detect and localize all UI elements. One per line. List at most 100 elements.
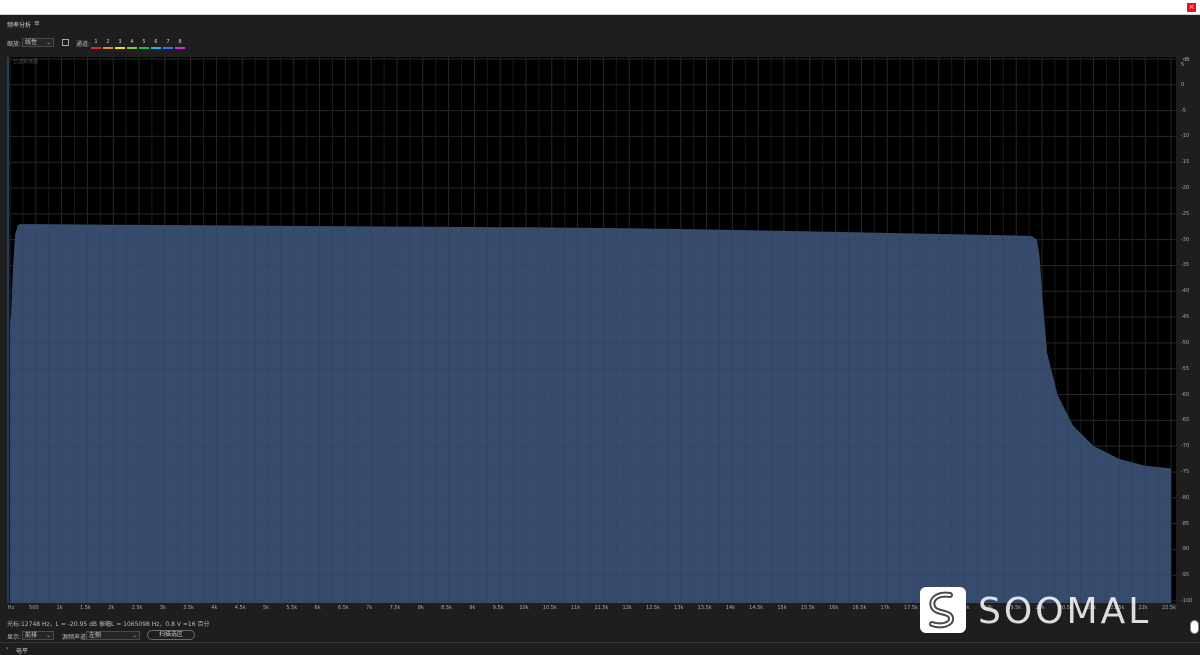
x-tick-label: 3k xyxy=(159,605,166,611)
toolbar: 缩放: 线性 ⌄ 通道: 1 2 3 4 5 6 7 8 xyxy=(0,35,1200,55)
scroll-handle[interactable] xyxy=(1190,620,1199,634)
x-tick-label: 8k xyxy=(417,605,424,611)
y-tick-label: -60 xyxy=(1181,391,1190,398)
window-titlebar: × xyxy=(0,0,1200,15)
y-tick-label: 5 xyxy=(1181,62,1185,68)
channel-color-bar xyxy=(151,47,161,49)
channel-label: 通道: xyxy=(76,41,91,48)
spectrum-plot[interactable]: 已选频谱图 xyxy=(7,57,1176,603)
y-tick-label: -100 xyxy=(1181,598,1193,604)
x-tick-label: 7k xyxy=(366,605,373,611)
y-tick-label: -90 xyxy=(1181,546,1190,553)
channel-label: 4 xyxy=(130,39,134,45)
channel-7[interactable]: 7 xyxy=(163,39,173,49)
channel-5[interactable]: 5 xyxy=(139,39,149,49)
scan-selection-button[interactable]: 扫描选区 xyxy=(147,630,195,640)
frequency-analysis-panel: 频率分析 ≡ 缩放: 线性 ⌄ 通道: 12345678 已选频谱图 dB 50… xyxy=(0,15,1200,655)
x-tick-label: 12.5k xyxy=(645,605,661,611)
display-select[interactable]: 前排 ⌄ xyxy=(22,631,54,640)
x-tick-label: 15k xyxy=(777,605,787,611)
x-tick-label: 11.5k xyxy=(594,605,609,611)
source-channel-value: 左侧 xyxy=(89,632,102,639)
x-tick-label: 9k xyxy=(469,605,476,611)
x-tick-label: 12k xyxy=(622,605,632,611)
spectrum-chart xyxy=(9,57,1176,603)
y-tick-label: -70 xyxy=(1181,443,1190,450)
channel-color-bar xyxy=(127,47,137,49)
channel-8[interactable]: 8 xyxy=(175,39,185,49)
chevron-down-icon: ⌄ xyxy=(45,632,51,639)
x-tick-label: 15.5k xyxy=(800,605,815,611)
y-tick-label: -35 xyxy=(1181,262,1190,269)
y-axis: dB 5 0 -5 -10 -15 -20 -25 -30 -35 -40 -45 -50 -55 -60… xyxy=(1177,57,1200,604)
x-tick-label: 1k xyxy=(56,605,63,611)
x-tick-label: 17.5k xyxy=(903,605,919,611)
channel-label: 5 xyxy=(142,39,146,45)
channel-label: 8 xyxy=(178,39,182,45)
x-tick-label: 13k xyxy=(674,605,684,611)
chevron-down-icon: ⌄ xyxy=(131,632,137,639)
x-tick-label: 16k xyxy=(828,605,839,611)
y-tick-label: -85 xyxy=(1181,520,1190,527)
channel-4[interactable]: 4 xyxy=(127,39,137,49)
scale-select[interactable]: 线性 ⌄ xyxy=(22,38,54,47)
y-tick-label: -50 xyxy=(1181,339,1190,346)
levels-footer[interactable]: › 电平 xyxy=(0,642,1200,655)
channel-color-bar xyxy=(115,47,125,49)
close-button[interactable]: × xyxy=(1187,3,1196,12)
chevron-right-icon[interactable]: › xyxy=(6,645,8,652)
channel-label: 6 xyxy=(154,39,158,45)
y-tick-label: -15 xyxy=(1181,159,1190,166)
y-tick-label: -55 xyxy=(1181,365,1190,372)
channel-2[interactable]: 2 xyxy=(103,39,113,49)
y-tick-label: -95 xyxy=(1181,572,1190,579)
channel-label: 1 xyxy=(94,39,98,45)
x-tick-label: 8.5k xyxy=(441,605,453,611)
x-tick-label: 7.5k xyxy=(389,605,401,611)
chevron-down-icon: ⌄ xyxy=(45,39,51,46)
y-tick-label: -25 xyxy=(1181,210,1190,217)
panel-title: 频率分析 xyxy=(7,22,32,29)
x-tick-label: 4k xyxy=(211,605,218,611)
x-tick-label: 4.5k xyxy=(234,605,246,611)
display-label: 显示: xyxy=(7,634,22,641)
channel-label: 2 xyxy=(106,39,110,45)
channel-color-bar xyxy=(139,47,149,49)
y-tick-label: -40 xyxy=(1181,288,1190,295)
channel-3[interactable]: 3 xyxy=(115,39,125,49)
cursor-status: 光标:12748 Hz，L = -20.95 dB 振幅L = 1065098 … xyxy=(7,621,210,628)
x-tick-label: 14.5k xyxy=(749,605,764,611)
overlay-toggle-icon[interactable] xyxy=(62,39,69,46)
channel-label: 3 xyxy=(118,39,122,45)
scale-select-value: 线性 xyxy=(25,39,38,46)
x-tick-label: 9.5k xyxy=(492,605,504,611)
y-tick-label: -75 xyxy=(1181,468,1190,475)
soomal-logo-icon xyxy=(920,587,966,633)
x-tick-label: 14k xyxy=(725,605,736,611)
source-channel-select[interactable]: 左侧 ⌄ xyxy=(86,631,140,640)
channel-color-bar xyxy=(163,47,173,49)
scale-label: 缩放: xyxy=(7,41,22,48)
y-tick-label: -80 xyxy=(1181,494,1190,501)
watermark-text: SOOMAL xyxy=(978,591,1152,632)
channel-color-bar xyxy=(103,47,113,49)
levels-label: 电平 xyxy=(16,648,29,655)
source-channel-label: 源频声道: xyxy=(62,634,89,641)
x-tick-label: 11k xyxy=(570,605,581,611)
y-tick-label: -10 xyxy=(1181,133,1190,140)
x-tick-label: 13.5k xyxy=(697,605,712,611)
x-tick-label: 2.5k xyxy=(131,605,143,611)
y-tick-label: -65 xyxy=(1181,417,1190,424)
x-tick-label: 16.5k xyxy=(852,605,867,611)
y-tick-label: -45 xyxy=(1181,314,1190,321)
channel-6[interactable]: 6 xyxy=(151,39,161,49)
x-tick-label: Hz xyxy=(7,605,15,611)
x-tick-label: 3.5k xyxy=(183,605,195,611)
x-tick-label: 500 xyxy=(29,605,39,611)
x-tick-label: 1.5k xyxy=(79,605,91,611)
panel-menu-icon[interactable]: ≡ xyxy=(34,19,40,27)
y-tick-label: -30 xyxy=(1181,236,1190,243)
channel-1[interactable]: 1 xyxy=(91,39,101,49)
x-tick-label: 2k xyxy=(108,605,115,611)
plot-tag: 已选频谱图 xyxy=(13,59,39,65)
